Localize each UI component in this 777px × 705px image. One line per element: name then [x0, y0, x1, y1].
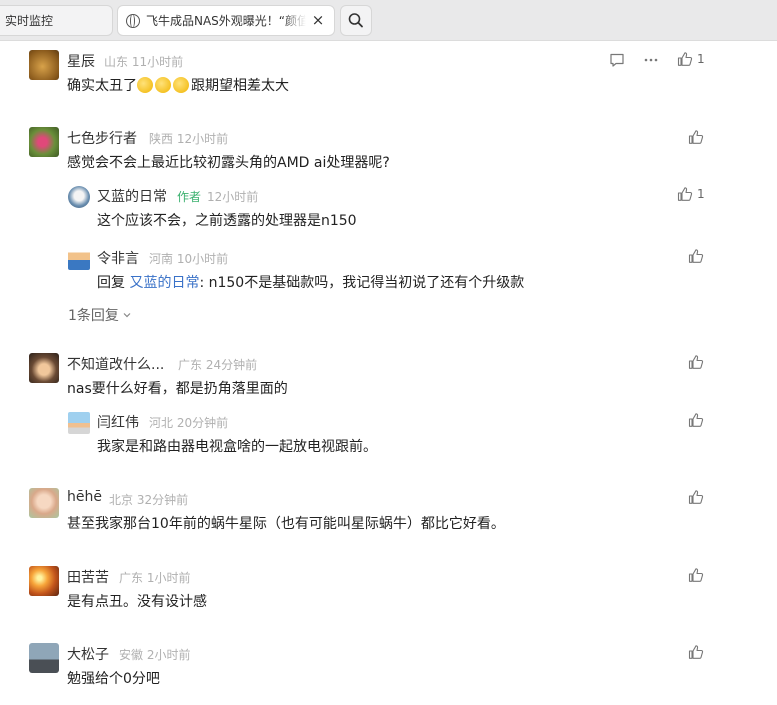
thumbs-up-icon[interactable]: [688, 248, 704, 264]
comment-text: 我家是和路由器电视盒啥的一起放电视跟前。: [97, 439, 377, 455]
comment-text: nas要什么好看，都是扔角落里面的: [67, 381, 288, 397]
comment-location: 陕西: [149, 132, 174, 146]
comment-author[interactable]: 星辰: [67, 51, 95, 71]
close-icon[interactable]: ×: [310, 12, 326, 28]
comment-author[interactable]: 田苦苦: [67, 567, 109, 587]
avatar[interactable]: [68, 186, 90, 208]
expand-replies-button[interactable]: 1条回复: [68, 305, 132, 325]
avatar[interactable]: [29, 566, 59, 596]
comment-meta: 河北 20分钟前: [149, 414, 228, 431]
tab-article[interactable]: 飞牛成品NAS外观曝光！“颜值 ×: [117, 5, 335, 36]
comment-text: 勉强给个0分吧: [67, 671, 160, 687]
chevron-down-icon: [123, 313, 131, 318]
comment-location: 山东: [104, 55, 129, 69]
avatar[interactable]: [29, 643, 59, 673]
comment-author[interactable]: hēhē: [67, 489, 102, 505]
comment-author[interactable]: 闫红伟: [97, 412, 139, 432]
comment-meta: 陕西 12小时前: [149, 130, 228, 147]
comment-text: 甚至我家那台10年前的蜗牛星际（也有可能叫星际蜗牛）都比它好看。: [67, 516, 505, 532]
search-icon: [348, 13, 363, 28]
comment-meta: 山东 11小时前: [104, 53, 183, 70]
comment-meta: 广东 24分钟前: [178, 356, 257, 373]
comment-text: 感觉会不会上最近比较初露头角的AMD ai处理器呢?: [67, 155, 390, 171]
comment-time: 11小时前: [131, 55, 184, 69]
comment-text: 回复 又蓝的日常: n150不是基础款吗，我记得当初说了还有个升级款: [97, 272, 524, 292]
comment-author[interactable]: 大松子: [67, 644, 109, 664]
comment-meta: 作者 12小时前: [177, 188, 258, 205]
like-count: 1: [697, 52, 705, 66]
more-icon[interactable]: [643, 52, 659, 68]
avatar[interactable]: [68, 412, 90, 434]
comment-meta: 安徽 2小时前: [119, 646, 190, 663]
comment-text: 这个应该不会，之前透露的处理器是n150: [97, 213, 357, 229]
comment-time: 10小时前: [176, 252, 229, 266]
comment-author[interactable]: 不知道改什么...: [67, 354, 164, 374]
comment-author[interactable]: 又蓝的日常: [97, 186, 167, 206]
comment-text: 确实太丑了 跟期望相差太大: [67, 75, 289, 95]
comment-location: 广东: [178, 358, 203, 372]
comment-text-head: 确实太丑了: [67, 78, 137, 94]
comment-location: 河北: [149, 416, 174, 430]
avatar[interactable]: [29, 488, 59, 518]
comment-time: 24分钟前: [205, 358, 258, 372]
globe-icon: [126, 13, 140, 28]
tab-label: 实时监控: [5, 14, 54, 28]
like-count: 1: [697, 187, 705, 201]
thumbs-up-icon[interactable]: [677, 186, 693, 202]
comment-author[interactable]: 七色步行者: [67, 128, 137, 148]
comment-location: 北京: [109, 493, 134, 507]
comment-meta: 广东 1小时前: [119, 569, 190, 586]
comment-text-body: : n150不是基础款吗，我记得当初说了还有个升级款: [199, 275, 525, 291]
search-tab-button[interactable]: [340, 5, 372, 36]
reply-to-link[interactable]: 又蓝的日常: [129, 275, 199, 291]
comment-time: 2小时前: [146, 648, 191, 662]
expand-replies-label: 1条回复: [68, 308, 119, 324]
thumbs-up-icon[interactable]: [688, 489, 704, 505]
comment-time: 12小时前: [207, 190, 259, 204]
avatar[interactable]: [29, 127, 59, 157]
comment-time: 32分钟前: [136, 493, 189, 507]
comment-text-tail: 跟期望相差太大: [191, 78, 289, 94]
comment-meta: 北京 32分钟前: [109, 491, 188, 508]
comment-text: 是有点丑。没有设计感: [67, 594, 207, 610]
emoji-icon: [137, 77, 153, 93]
comment-time: 12小时前: [176, 132, 229, 146]
comment-meta: 河南 10小时前: [149, 250, 228, 267]
browser-tab-bar: 实时监控 飞牛成品NAS外观曝光！“颜值 ×: [0, 0, 777, 41]
emoji-icon: [155, 77, 171, 93]
comment-location: 河南: [149, 252, 174, 266]
reply-prefix: 回复: [97, 275, 130, 291]
thumbs-up-icon[interactable]: [688, 644, 704, 660]
emoji-icon: [173, 77, 189, 93]
thumbs-up-icon[interactable]: [688, 354, 704, 370]
thumbs-up-icon[interactable]: [688, 129, 704, 145]
avatar[interactable]: [68, 248, 90, 270]
comment-location: 广东: [119, 571, 144, 585]
tab-label: 飞牛成品NAS外观曝光！“颜值: [146, 14, 306, 28]
comment-time: 20分钟前: [176, 416, 229, 430]
thumbs-up-icon[interactable]: [677, 51, 693, 67]
avatar[interactable]: [29, 353, 59, 383]
thumbs-up-icon[interactable]: [688, 567, 704, 583]
avatar[interactable]: [29, 50, 59, 80]
comment-author[interactable]: 令非言: [97, 248, 139, 268]
tab-realtime-monitor[interactable]: 实时监控: [0, 5, 113, 36]
reply-icon[interactable]: [609, 52, 625, 68]
comment-time: 1小时前: [146, 571, 191, 585]
comment-location: 安徽: [119, 648, 144, 662]
author-badge: 作者: [177, 190, 202, 204]
thumbs-up-icon[interactable]: [688, 412, 704, 428]
